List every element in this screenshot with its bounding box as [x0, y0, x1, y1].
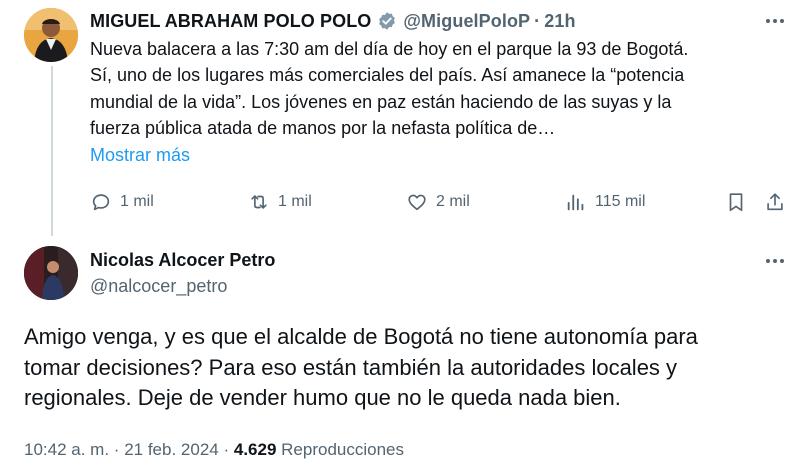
reply-date[interactable]: 21 feb. 2024: [124, 440, 219, 459]
views-count: 115 mil: [595, 193, 646, 210]
author-handle[interactable]: @MiguelPoloP: [403, 11, 530, 32]
tweet-text: Nueva balacera a las 7:30 am del día de …: [90, 39, 689, 139]
views-action[interactable]: 115 mil: [565, 188, 645, 216]
avatar[interactable]: [24, 246, 78, 300]
share-button[interactable]: [764, 188, 794, 216]
reply-author-row: Nicolas Alcocer Petro: [90, 248, 275, 272]
bookmark-button[interactable]: [725, 188, 755, 216]
reply-meta: 10:42 a. m. · 21 feb. 2024 · 4.629 Repro…: [24, 440, 404, 460]
separator: ·: [113, 440, 120, 459]
reply-text: Amigo venga, y es que el alcalde de Bogo…: [24, 324, 698, 410]
author-name[interactable]: MIGUEL ABRAHAM POLO POLO: [90, 11, 371, 32]
like-action[interactable]: 2 mil: [406, 188, 470, 216]
separator: ·: [223, 440, 230, 459]
repost-count: 1 mil: [278, 193, 312, 210]
reply-views-count: 4.629: [233, 440, 277, 459]
tweet-time[interactable]: 21h: [544, 11, 575, 32]
bookmark-icon: [729, 193, 743, 212]
reply-views-label: Reproducciones: [281, 440, 405, 459]
avatar[interactable]: [24, 8, 78, 62]
like-icon: [408, 194, 426, 211]
reply-icon: [92, 194, 110, 211]
reply-author-handle[interactable]: @nalcocer_petro: [90, 276, 227, 297]
views-icon: [567, 194, 584, 211]
repost-action[interactable]: 1 mil: [248, 188, 312, 216]
more-icon[interactable]: [762, 248, 788, 274]
share-icon: [767, 193, 783, 211]
reply-count: 1 mil: [120, 193, 154, 210]
author-row: MIGUEL ABRAHAM POLO POLO @MiguelPoloP · …: [90, 8, 576, 34]
separator: ·: [534, 10, 541, 31]
more-icon[interactable]: [762, 8, 788, 34]
verified-badge-icon: [377, 11, 397, 31]
repost-icon: [251, 195, 267, 209]
reply-action[interactable]: 1 mil: [90, 188, 154, 216]
reply-author-name[interactable]: Nicolas Alcocer Petro: [90, 250, 275, 271]
reply-time[interactable]: 10:42 a. m.: [24, 440, 109, 459]
thread-line: [51, 66, 53, 236]
like-count: 2 mil: [436, 193, 470, 210]
show-more-link[interactable]: Mostrar más: [90, 145, 190, 166]
